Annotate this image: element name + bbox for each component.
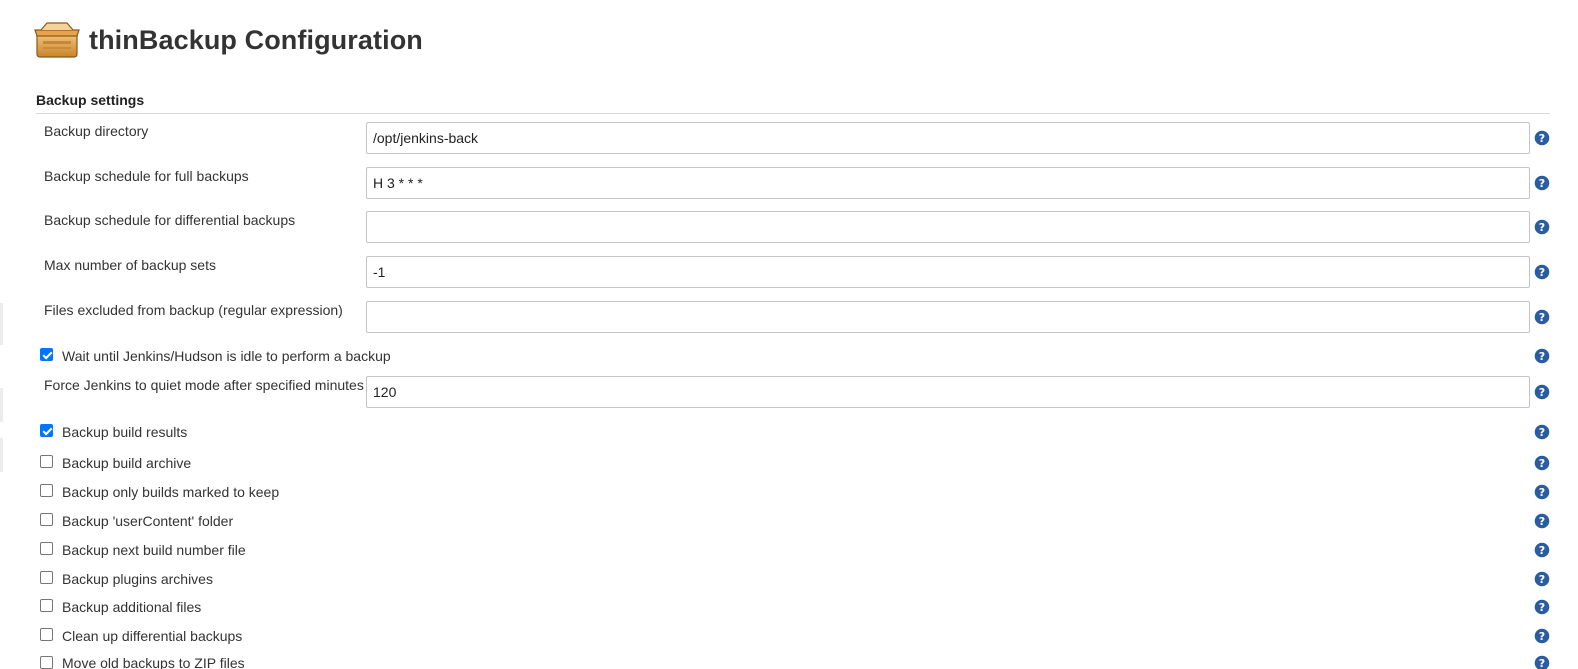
field-row-excluded-files: Files excluded from backup (regular expr…	[0, 301, 1578, 335]
checkbox-row-build-results: Backup build results ?	[0, 422, 1578, 442]
help-icon[interactable]: ?	[1534, 455, 1550, 471]
builds-marked-keep-checkbox[interactable]	[40, 484, 53, 497]
user-content-checkbox[interactable]	[40, 513, 53, 526]
help-icon[interactable]: ?	[1534, 219, 1550, 235]
build-results-label: Backup build results	[62, 424, 188, 440]
svg-text:?: ?	[1539, 350, 1545, 363]
wait-idle-label: Wait until Jenkins/Hudson is idle to per…	[62, 348, 391, 364]
svg-text:?: ?	[1539, 457, 1545, 470]
field-row-full-schedule: Backup schedule for full backups ?	[0, 167, 1578, 201]
checkbox-row-next-build-number: Backup next build number file ?	[0, 540, 1578, 560]
clean-differential-label: Clean up differential backups	[62, 628, 243, 644]
help-icon[interactable]: ?	[1534, 599, 1550, 615]
help-icon[interactable]: ?	[1534, 571, 1550, 587]
wait-idle-checkbox[interactable]	[40, 348, 53, 361]
svg-text:?: ?	[1539, 221, 1545, 234]
svg-text:?: ?	[1539, 177, 1545, 190]
help-icon[interactable]: ?	[1534, 348, 1550, 364]
quiet-mode-minutes-input[interactable]	[366, 376, 1530, 408]
zip-old-backups-checkbox[interactable]	[40, 656, 53, 669]
next-build-number-checkbox[interactable]	[40, 542, 53, 555]
plugins-archives-checkbox[interactable]	[40, 571, 53, 584]
section-divider	[36, 113, 1550, 114]
help-icon[interactable]: ?	[1534, 264, 1550, 280]
quiet-mode-label: Force Jenkins to quiet mode after specif…	[44, 377, 364, 393]
next-build-number-label: Backup next build number file	[62, 542, 246, 558]
page-header: thinBackup Configuration	[33, 18, 423, 62]
field-row-backup-directory: Backup directory ?	[0, 122, 1578, 156]
field-row-quiet-mode: Force Jenkins to quiet mode after specif…	[0, 376, 1578, 410]
help-icon[interactable]: ?	[1534, 513, 1550, 529]
checkbox-row-zip-old-backups: Move old backups to ZIP files ?	[0, 654, 1578, 669]
backup-directory-label: Backup directory	[44, 123, 149, 139]
checkbox-row-user-content: Backup 'userContent' folder ?	[0, 511, 1578, 531]
help-icon[interactable]: ?	[1534, 655, 1550, 669]
svg-text:?: ?	[1539, 311, 1545, 324]
excluded-files-input[interactable]	[366, 301, 1530, 333]
differential-schedule-input[interactable]	[366, 211, 1530, 243]
checkbox-row-builds-keep: Backup only builds marked to keep ?	[0, 482, 1578, 502]
help-icon[interactable]: ?	[1534, 542, 1550, 558]
help-icon[interactable]: ?	[1534, 309, 1550, 325]
help-icon[interactable]: ?	[1534, 130, 1550, 146]
help-icon[interactable]: ?	[1534, 424, 1550, 440]
build-archive-label: Backup build archive	[62, 455, 192, 471]
svg-text:?: ?	[1539, 573, 1545, 586]
page-title: thinBackup Configuration	[89, 24, 423, 55]
builds-marked-keep-label: Backup only builds marked to keep	[62, 484, 280, 500]
field-row-differential-schedule: Backup schedule for differential backups…	[0, 211, 1578, 245]
section-title: Backup settings	[36, 92, 145, 108]
help-icon[interactable]: ?	[1534, 628, 1550, 644]
build-archive-checkbox[interactable]	[40, 455, 53, 468]
zip-old-backups-label: Move old backups to ZIP files	[62, 655, 245, 669]
svg-text:?: ?	[1539, 132, 1545, 145]
svg-text:?: ?	[1539, 426, 1545, 439]
checkbox-row-clean-differential: Clean up differential backups ?	[0, 626, 1578, 646]
checkbox-row-additional-files: Backup additional files ?	[0, 597, 1578, 617]
additional-files-checkbox[interactable]	[40, 599, 53, 612]
full-schedule-label: Backup schedule for full backups	[44, 168, 249, 184]
user-content-label: Backup 'userContent' folder	[62, 513, 234, 529]
max-backup-sets-input[interactable]	[366, 256, 1530, 288]
svg-text:?: ?	[1539, 515, 1545, 528]
max-backup-sets-label: Max number of backup sets	[44, 257, 216, 273]
help-icon[interactable]: ?	[1534, 484, 1550, 500]
differential-schedule-label: Backup schedule for differential backups	[44, 212, 296, 228]
svg-text:?: ?	[1539, 386, 1545, 399]
checkbox-row-plugins-archives: Backup plugins archives ?	[0, 569, 1578, 589]
plugins-archives-label: Backup plugins archives	[62, 571, 213, 587]
svg-text:?: ?	[1539, 630, 1545, 643]
excluded-files-label: Files excluded from backup (regular expr…	[44, 302, 343, 318]
full-schedule-input[interactable]	[366, 167, 1530, 199]
clean-differential-checkbox[interactable]	[40, 628, 53, 641]
checkbox-row-build-archive: Backup build archive ?	[0, 453, 1578, 473]
help-icon[interactable]: ?	[1534, 175, 1550, 191]
backup-directory-input[interactable]	[366, 122, 1530, 154]
box-icon	[34, 22, 80, 58]
additional-files-label: Backup additional files	[62, 599, 202, 615]
wait-idle-row: Wait until Jenkins/Hudson is idle to per…	[0, 346, 1578, 366]
svg-text:?: ?	[1539, 266, 1545, 279]
svg-text:?: ?	[1539, 601, 1545, 614]
field-row-max-backup-sets: Max number of backup sets ?	[0, 256, 1578, 290]
svg-text:?: ?	[1539, 657, 1545, 669]
build-results-checkbox[interactable]	[40, 424, 53, 437]
svg-text:?: ?	[1539, 486, 1545, 499]
help-icon[interactable]: ?	[1534, 384, 1550, 400]
svg-text:?: ?	[1539, 544, 1545, 557]
